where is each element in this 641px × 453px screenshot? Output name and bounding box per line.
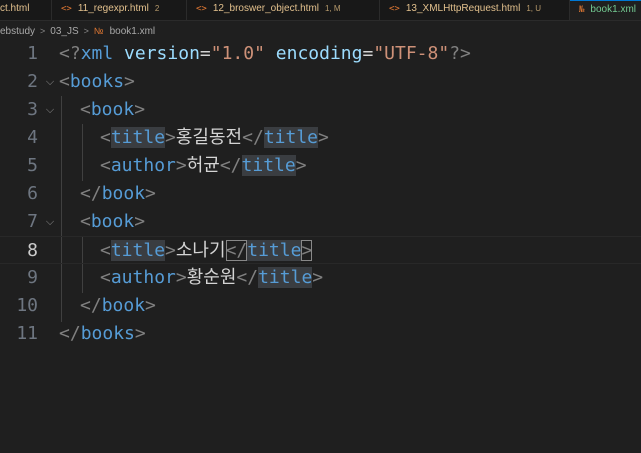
code-text: <books> (59, 71, 135, 92)
tab-label: ct.html (0, 3, 30, 14)
tab-badge: 1, M (325, 4, 341, 13)
code-line: 6 </book> (0, 180, 641, 208)
chevron-down-icon[interactable]: ⌵ (44, 208, 56, 236)
breadcrumb-folder-webstudy[interactable]: ebstudy (0, 22, 35, 42)
code-line: 1 <?xml version="1.0" encoding="UTF-8"?> (0, 40, 641, 68)
line-number: 5 (27, 155, 38, 176)
code-text: </book> (80, 295, 156, 316)
breadcrumb: ebstudy >03_JS > № book1.xml (0, 21, 641, 41)
tab-badge: 2 (154, 4, 160, 13)
breadcrumb-file[interactable]: book1.xml (110, 22, 156, 42)
tab-label: book1.xml (590, 4, 636, 15)
rss-icon: № (579, 5, 585, 15)
line-number: 9 (27, 267, 38, 288)
html-file-icon: <> (196, 4, 207, 14)
tab-bar: ct.html <> 11_regexpr.html 2 <> 12_broswer_… (0, 0, 641, 21)
line-number: 2 (27, 71, 38, 92)
tab-13-xmlhttprequest[interactable]: <> 13_XMLHttpRequest.html 1, U (380, 0, 570, 20)
code-line: 10 </book> (0, 292, 641, 320)
code-editor[interactable]: 1 <?xml version="1.0" encoding="UTF-8"?>… (0, 40, 641, 453)
code-text: </books> (59, 323, 146, 344)
tab-badge: 1, U (526, 4, 542, 13)
html-file-icon: <> (61, 4, 72, 14)
html-file-icon: <> (389, 4, 400, 14)
breadcrumb-folder-03-js[interactable]: 03_JS (50, 22, 78, 42)
code-text: <title>소나기</title> (100, 240, 313, 261)
tab-label: 11_regexpr.html (77, 3, 149, 14)
code-line: 7 ⌵ <book> (0, 208, 641, 236)
tab-label: 12_broswer_object.html (212, 3, 320, 14)
line-number: 6 (27, 183, 38, 204)
code-line: 4 <title>홍길동전</title> (0, 124, 641, 152)
line-number: 3 (27, 99, 38, 120)
line-number: 8 (27, 240, 38, 261)
code-text: <title>홍길동전</title> (100, 127, 329, 148)
code-line: 3 ⌵ <book> (0, 96, 641, 124)
code-text: <author>허균</title> (100, 155, 307, 176)
code-text: <?xml version="1.0" encoding="UTF-8"?> (59, 43, 471, 64)
code-line: 5 <author>허균</title> (0, 152, 641, 180)
tab-label: 13_XMLHttpRequest.html (405, 3, 521, 14)
chevron-right-icon: > (83, 26, 89, 36)
code-text: <book> (80, 99, 146, 120)
code-text: <author>황순원</title> (100, 267, 324, 288)
tab-11-regexpr[interactable]: <> 11_regexpr.html 2 (52, 0, 187, 20)
rss-icon: № (93, 26, 104, 36)
code-line: 11 </books> (0, 320, 641, 348)
tab-book1-xml[interactable]: № book1.xml (570, 0, 641, 20)
code-line-current: 8 <title>소나기</title> (0, 236, 641, 264)
code-text: </book> (80, 183, 156, 204)
chevron-down-icon[interactable]: ⌵ (44, 96, 56, 124)
editor-window: ct.html <> 11_regexpr.html 2 <> 12_broswer_… (0, 0, 641, 453)
tab-ct-html[interactable]: ct.html (0, 0, 52, 20)
code-line: 9 <author>황순원</title> (0, 264, 641, 292)
line-number: 7 (27, 211, 38, 232)
line-number: 1 (27, 43, 38, 64)
tab-12-broswer-object[interactable]: <> 12_broswer_object.html 1, M (187, 0, 380, 20)
line-number: 11 (16, 323, 38, 344)
code-line: 2 ⌵ <books> (0, 68, 641, 96)
code-text: <book> (80, 211, 146, 232)
line-number: 4 (27, 127, 38, 148)
chevron-down-icon[interactable]: ⌵ (44, 68, 56, 96)
chevron-right-icon: > (40, 26, 46, 36)
line-number: 10 (16, 295, 38, 316)
